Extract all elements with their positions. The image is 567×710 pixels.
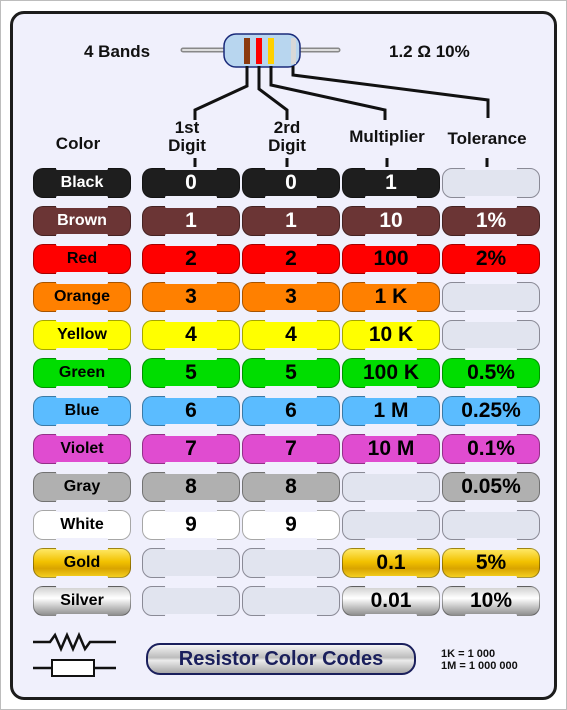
note-mega: 1M = 1 000 000 (441, 660, 518, 672)
multiplier-cell: 10 K (342, 319, 440, 351)
multiplier-cell: 100 K (342, 357, 440, 389)
multiplier-cell: 0.1 (342, 547, 440, 579)
resistor-band-2 (256, 38, 262, 64)
connector-digit2 (257, 66, 289, 120)
digit1-cell: 7 (142, 433, 240, 465)
digit2-cell: 6 (242, 395, 340, 427)
header-color: Color (55, 134, 101, 153)
header-multiplier: Multiplier (349, 127, 425, 146)
digit2-cell: 5 (242, 357, 340, 389)
resistor-band-4 (291, 38, 296, 64)
header-tolerance: Tolerance (447, 129, 527, 148)
connector-tolerance (291, 66, 490, 118)
multiplier-cell: 1 M (342, 395, 440, 427)
resistor-box-symbol (51, 659, 95, 677)
multiplier-cell: 10 (342, 205, 440, 237)
resistor-zigzag-symbol (33, 631, 116, 653)
digit2-cell: 4 (242, 319, 340, 351)
color-name: Blue (33, 395, 131, 427)
header-digit1-line2: Digit (168, 136, 206, 155)
digit1-cell: 3 (142, 281, 240, 313)
resistor-band-3 (268, 38, 274, 64)
digit1-cell: 6 (142, 395, 240, 427)
digit2-cell: 0 (242, 167, 340, 199)
tolerance-cell: 2% (442, 243, 540, 275)
digit2-cell: 2 (242, 243, 340, 275)
header-digit2-line2: Digit (268, 136, 306, 155)
digit1-cell (142, 585, 240, 617)
color-name: Red (33, 243, 131, 275)
multiplier-cell: 10 M (342, 433, 440, 465)
color-name: Yellow (33, 319, 131, 351)
digit2-cell: 8 (242, 471, 340, 503)
color-name: Green (33, 357, 131, 389)
digit1-cell: 5 (142, 357, 240, 389)
digit1-cell: 1 (142, 205, 240, 237)
color-name: Black (33, 167, 131, 199)
tolerance-cell: 10% (442, 585, 540, 617)
tolerance-cell (442, 509, 540, 541)
digit1-cell: 8 (142, 471, 240, 503)
digit1-cell: 9 (142, 509, 240, 541)
tolerance-cell: 1% (442, 205, 540, 237)
tolerance-cell: 0.5% (442, 357, 540, 389)
multiplier-cell: 0.01 (342, 585, 440, 617)
tolerance-cell: 0.1% (442, 433, 540, 465)
header-digit1-line1: 1st (174, 118, 200, 137)
tolerance-cell: 5% (442, 547, 540, 579)
digit2-cell: 7 (242, 433, 340, 465)
color-name: White (33, 509, 131, 541)
multiplier-cell: 100 (342, 243, 440, 275)
digit2-cell (242, 547, 340, 579)
color-name: Gray (33, 471, 131, 503)
tolerance-cell (442, 167, 540, 199)
color-name: Violet (33, 433, 131, 465)
tolerance-cell (442, 319, 540, 351)
header-digit2: 2rd Digit (237, 119, 337, 155)
digit2-cell (242, 585, 340, 617)
resistor-band-1 (244, 38, 250, 64)
chart-title: Resistor Color Codes (146, 643, 416, 675)
resistor-symbols (33, 631, 116, 677)
header-digit2-line1: 2rd (273, 118, 301, 137)
color-name: Silver (33, 585, 131, 617)
digit2-cell: 1 (242, 205, 340, 237)
digit1-cell: 2 (142, 243, 240, 275)
connector-digit1 (193, 66, 249, 120)
digit1-cell: 0 (142, 167, 240, 199)
multiplier-cell (342, 509, 440, 541)
digit1-cell: 4 (142, 319, 240, 351)
note-kilo: 1K = 1 000 (441, 648, 496, 660)
multiplier-cell: 1 (342, 167, 440, 199)
tolerance-cell (442, 281, 540, 313)
unit-notes: 1K = 1 000 1M = 1 000 000 (441, 648, 518, 672)
color-name: Gold (33, 547, 131, 579)
tolerance-cell: 0.05% (442, 471, 540, 503)
header-digit1: 1st Digit (137, 119, 237, 155)
digit2-cell: 3 (242, 281, 340, 313)
digit2-cell: 9 (242, 509, 340, 541)
color-name: Orange (33, 281, 131, 313)
multiplier-cell (342, 471, 440, 503)
color-name: Brown (33, 205, 131, 237)
digit1-cell (142, 547, 240, 579)
tolerance-cell: 0.25% (442, 395, 540, 427)
multiplier-cell: 1 K (342, 281, 440, 313)
